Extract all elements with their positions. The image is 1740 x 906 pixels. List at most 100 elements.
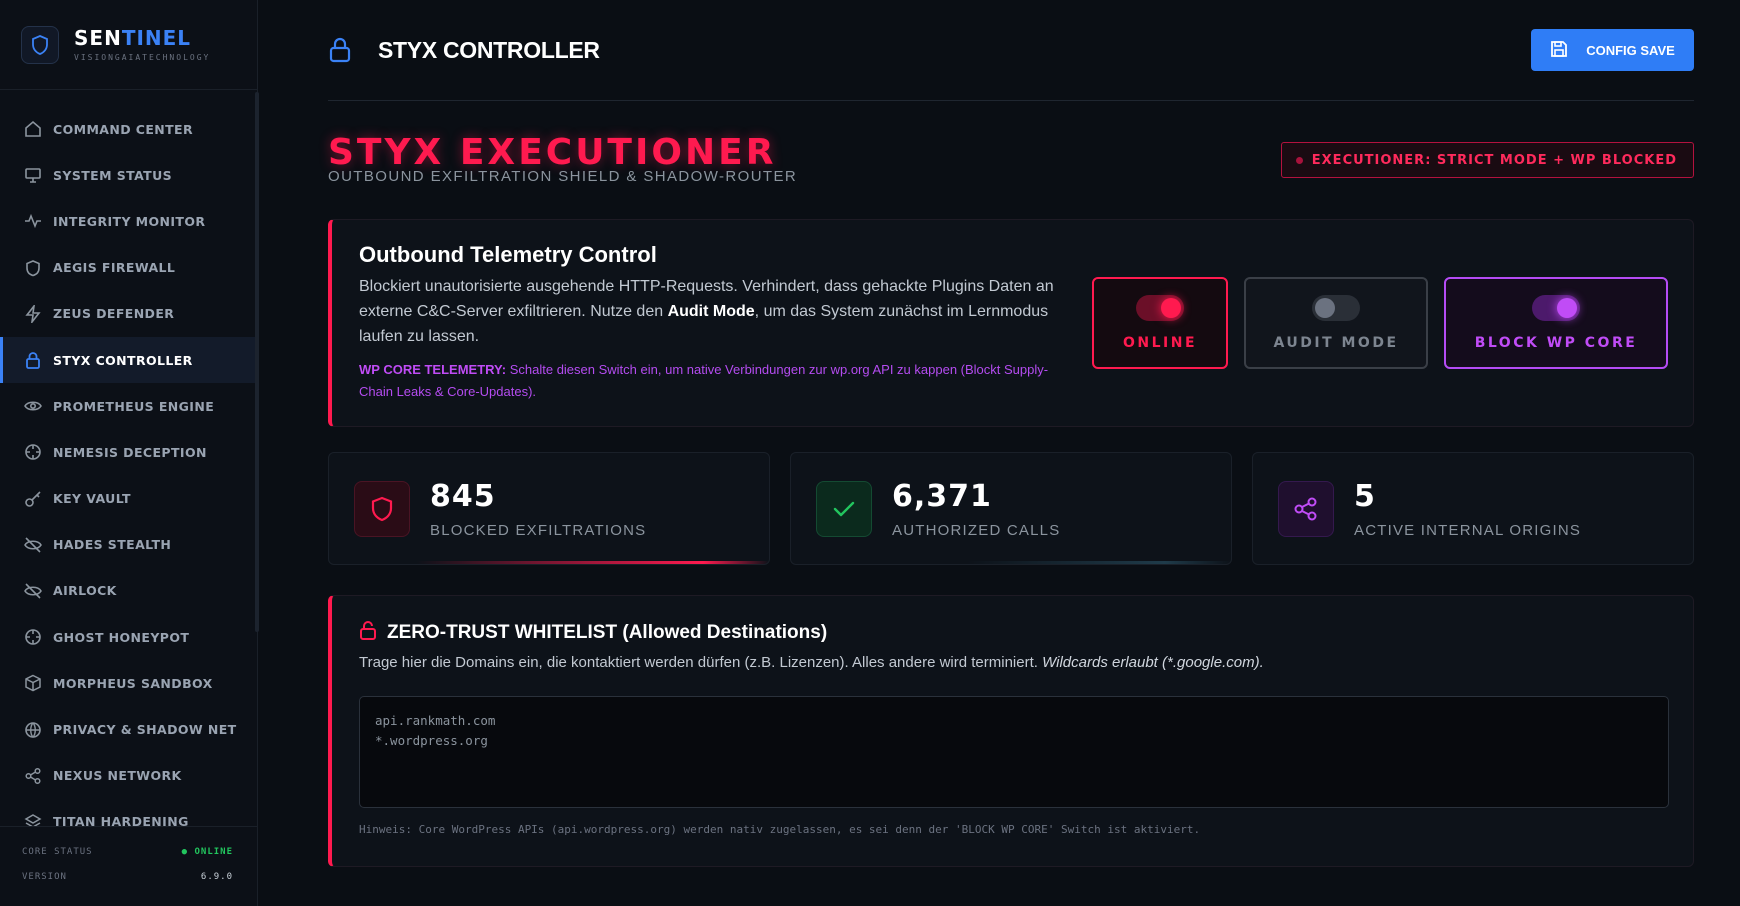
- whitelist-hint: Hinweis: Core WordPress APIs (api.wordpr…: [359, 823, 1201, 836]
- sidebar-item-airlock[interactable]: AIRLOCK: [0, 568, 256, 614]
- online-switch[interactable]: [1136, 295, 1184, 321]
- stat-active-internal-origins: 5 ACTIVE INTERNAL ORIGINS: [1252, 452, 1694, 565]
- audit-mode-switch[interactable]: [1312, 295, 1360, 321]
- sidebar-item-label: COMMAND CENTER: [53, 121, 194, 137]
- sidebar-item-label: NEXUS NETWORK: [53, 768, 182, 784]
- sidebar-item-prometheus-engine[interactable]: PROMETHEUS ENGINE: [0, 383, 256, 429]
- hero-title: STYX EXECUTIONER: [328, 132, 777, 173]
- core-status-panel: CORE STATUS ● ONLINE VERSION 6.9.0: [0, 826, 257, 906]
- brand-name: SENTINEL: [74, 26, 192, 50]
- core-status-value: ● ONLINE: [181, 847, 233, 857]
- status-badge-text: EXECUTIONER: STRICT MODE + WP BLOCKED: [1311, 152, 1677, 168]
- sidebar-item-label: GHOST HONEYPOT: [53, 629, 190, 645]
- page-title: STYX CONTROLLER: [328, 37, 600, 64]
- sidebar-item-label: PROMETHEUS ENGINE: [53, 398, 215, 414]
- sidebar-item-label: KEY VAULT: [53, 491, 131, 507]
- status-dot-icon: [1295, 156, 1303, 164]
- stat-accent-bar: [329, 561, 769, 564]
- sidebar-item-label: MORPHEUS SANDBOX: [53, 675, 213, 691]
- version-value: 6.9.0: [200, 872, 233, 882]
- whitelist-title-text: ZERO-TRUST WHITELIST (Allowed Destinatio…: [387, 622, 828, 643]
- version-label: VERSION: [22, 872, 67, 882]
- lock-icon: [24, 351, 42, 369]
- stat-blocked-exfiltrations: 845 BLOCKED EXFILTRATIONS: [328, 452, 770, 565]
- block-wp-core-toggle-label: BLOCK WP CORE: [1474, 335, 1638, 351]
- sidebar-item-integrity-monitor[interactable]: INTEGRITY MONITOR: [0, 198, 256, 244]
- stats-row: 845 BLOCKED EXFILTRATIONS 6,371 AUTHORIZ…: [328, 452, 1694, 565]
- globe-icon: [24, 721, 42, 739]
- unlock-icon: [359, 620, 377, 646]
- telemetry-title: Outbound Telemetry Control: [359, 242, 657, 267]
- block-wp-core-switch[interactable]: [1532, 295, 1580, 321]
- shield-logo-icon: [21, 25, 59, 64]
- sidebar-item-morpheus-sandbox[interactable]: MORPHEUS SANDBOX: [0, 660, 256, 706]
- config-save-button[interactable]: CONFIG SAVE: [1531, 29, 1694, 71]
- sidebar-item-hades-stealth[interactable]: HADES STEALTH: [0, 522, 256, 568]
- telemetry-card: Outbound Telemetry Control Blockiert una…: [328, 219, 1694, 427]
- stat-value: 5: [1354, 478, 1376, 514]
- block-wp-core-toggle[interactable]: BLOCK WP CORE: [1444, 277, 1668, 369]
- online-toggle[interactable]: ONLINE: [1092, 277, 1228, 369]
- crosshair-icon: [24, 443, 42, 461]
- stat-label: AUTHORIZED CALLS: [892, 521, 1061, 539]
- stat-authorized-calls: 6,371 AUTHORIZED CALLS: [790, 452, 1232, 565]
- sidebar-item-nemesis-deception[interactable]: NEMESIS DECEPTION: [0, 429, 256, 475]
- sidebar-item-label: HADES STEALTH: [53, 537, 172, 553]
- eye-off-icon: [24, 536, 42, 554]
- layers-icon: [24, 813, 42, 826]
- sidebar-item-label: SYSTEM STATUS: [53, 167, 173, 183]
- sidebar-item-label: NEMESIS DECEPTION: [53, 444, 207, 460]
- stat-label: BLOCKED EXFILTRATIONS: [430, 521, 647, 539]
- sidebar-item-key-vault[interactable]: KEY VAULT: [0, 476, 256, 522]
- audit-mode-toggle-label: AUDIT MODE: [1273, 335, 1399, 351]
- sidebar-nav: COMMAND CENTER SYSTEM STATUS INTEGRITY MON…: [0, 106, 256, 826]
- top-bar: STYX CONTROLLER CONFIG SAVE: [328, 0, 1694, 101]
- shield-icon: [24, 259, 42, 277]
- stat-value: 845: [430, 478, 496, 514]
- sidebar-item-system-status[interactable]: SYSTEM STATUS: [0, 152, 256, 198]
- stat-accent-bar: [791, 561, 1231, 564]
- brand-subtitle: VISIONGAIATECHNOLOGY: [74, 53, 211, 62]
- stat-value: 6,371: [892, 478, 992, 514]
- core-status-label: CORE STATUS: [22, 847, 93, 857]
- brand: SENTINEL VISIONGAIATECHNOLOGY: [0, 0, 257, 90]
- audit-mode-toggle[interactable]: AUDIT MODE: [1244, 277, 1428, 369]
- whitelist-title: ZERO-TRUST WHITELIST (Allowed Destinatio…: [359, 620, 827, 646]
- sidebar-item-label: STYX CONTROLLER: [53, 352, 193, 368]
- sidebar-item-titan-hardening[interactable]: TITAN HARDENING: [0, 799, 256, 826]
- save-icon: [1550, 40, 1568, 61]
- home-icon: [24, 120, 42, 138]
- lock-icon: [328, 37, 352, 63]
- share-icon: [24, 767, 42, 785]
- online-toggle-label: ONLINE: [1122, 335, 1198, 351]
- sidebar-item-label: ZEUS DEFENDER: [53, 306, 175, 322]
- stat-label: ACTIVE INTERNAL ORIGINS: [1354, 521, 1582, 539]
- crosshair-icon: [24, 628, 42, 646]
- sidebar-item-ghost-honeypot[interactable]: GHOST HONEYPOT: [0, 614, 256, 660]
- monitor-icon: [24, 166, 42, 184]
- sidebar-item-zeus-defender[interactable]: ZEUS DEFENDER: [0, 291, 256, 337]
- executioner-status-badge: EXECUTIONER: STRICT MODE + WP BLOCKED: [1280, 142, 1694, 178]
- sidebar-item-aegis-firewall[interactable]: AEGIS FIREWALL: [0, 245, 256, 291]
- whitelist-card: ZERO-TRUST WHITELIST (Allowed Destinatio…: [328, 595, 1694, 867]
- cube-icon: [24, 674, 42, 692]
- shield-icon: [354, 480, 410, 537]
- sidebar-item-styx-controller[interactable]: STYX CONTROLLER: [0, 336, 256, 384]
- sidebar-item-label: AEGIS FIREWALL: [53, 260, 176, 276]
- sidebar-item-label: PRIVACY & SHADOW NET: [53, 722, 237, 738]
- sidebar-item-nexus-network[interactable]: NEXUS NETWORK: [0, 753, 256, 799]
- page-title-text: STYX CONTROLLER: [378, 36, 600, 63]
- hero-subtitle: OUTBOUND EXFILTRATION SHIELD & SHADOW-RO…: [328, 168, 798, 185]
- sidebar-item-label: TITAN HARDENING: [53, 814, 189, 826]
- wp-core-telemetry-note: WP CORE TELEMETRY: Schalte diesen Switch…: [359, 362, 1049, 399]
- sidebar-item-privacy-and-shadow-net[interactable]: PRIVACY & SHADOW NET: [0, 706, 256, 752]
- sidebar-item-command-center[interactable]: COMMAND CENTER: [0, 106, 256, 152]
- sidebar-scrollbar[interactable]: [255, 92, 259, 632]
- sidebar-item-label: AIRLOCK: [53, 583, 117, 599]
- share-icon: [1278, 480, 1334, 537]
- telemetry-toggles: ONLINE AUDIT MODE BLOCK WP CORE: [1092, 277, 1668, 369]
- sidebar: SENTINEL VISIONGAIATECHNOLOGY COMMAND CE…: [0, 0, 259, 906]
- eye-off-icon: [24, 582, 42, 600]
- whitelist-textarea[interactable]: api.rankmath.com *.wordpress.org: [359, 696, 1669, 808]
- telemetry-description: Blockiert unautorisierte ausgehende HTTP…: [359, 278, 1054, 345]
